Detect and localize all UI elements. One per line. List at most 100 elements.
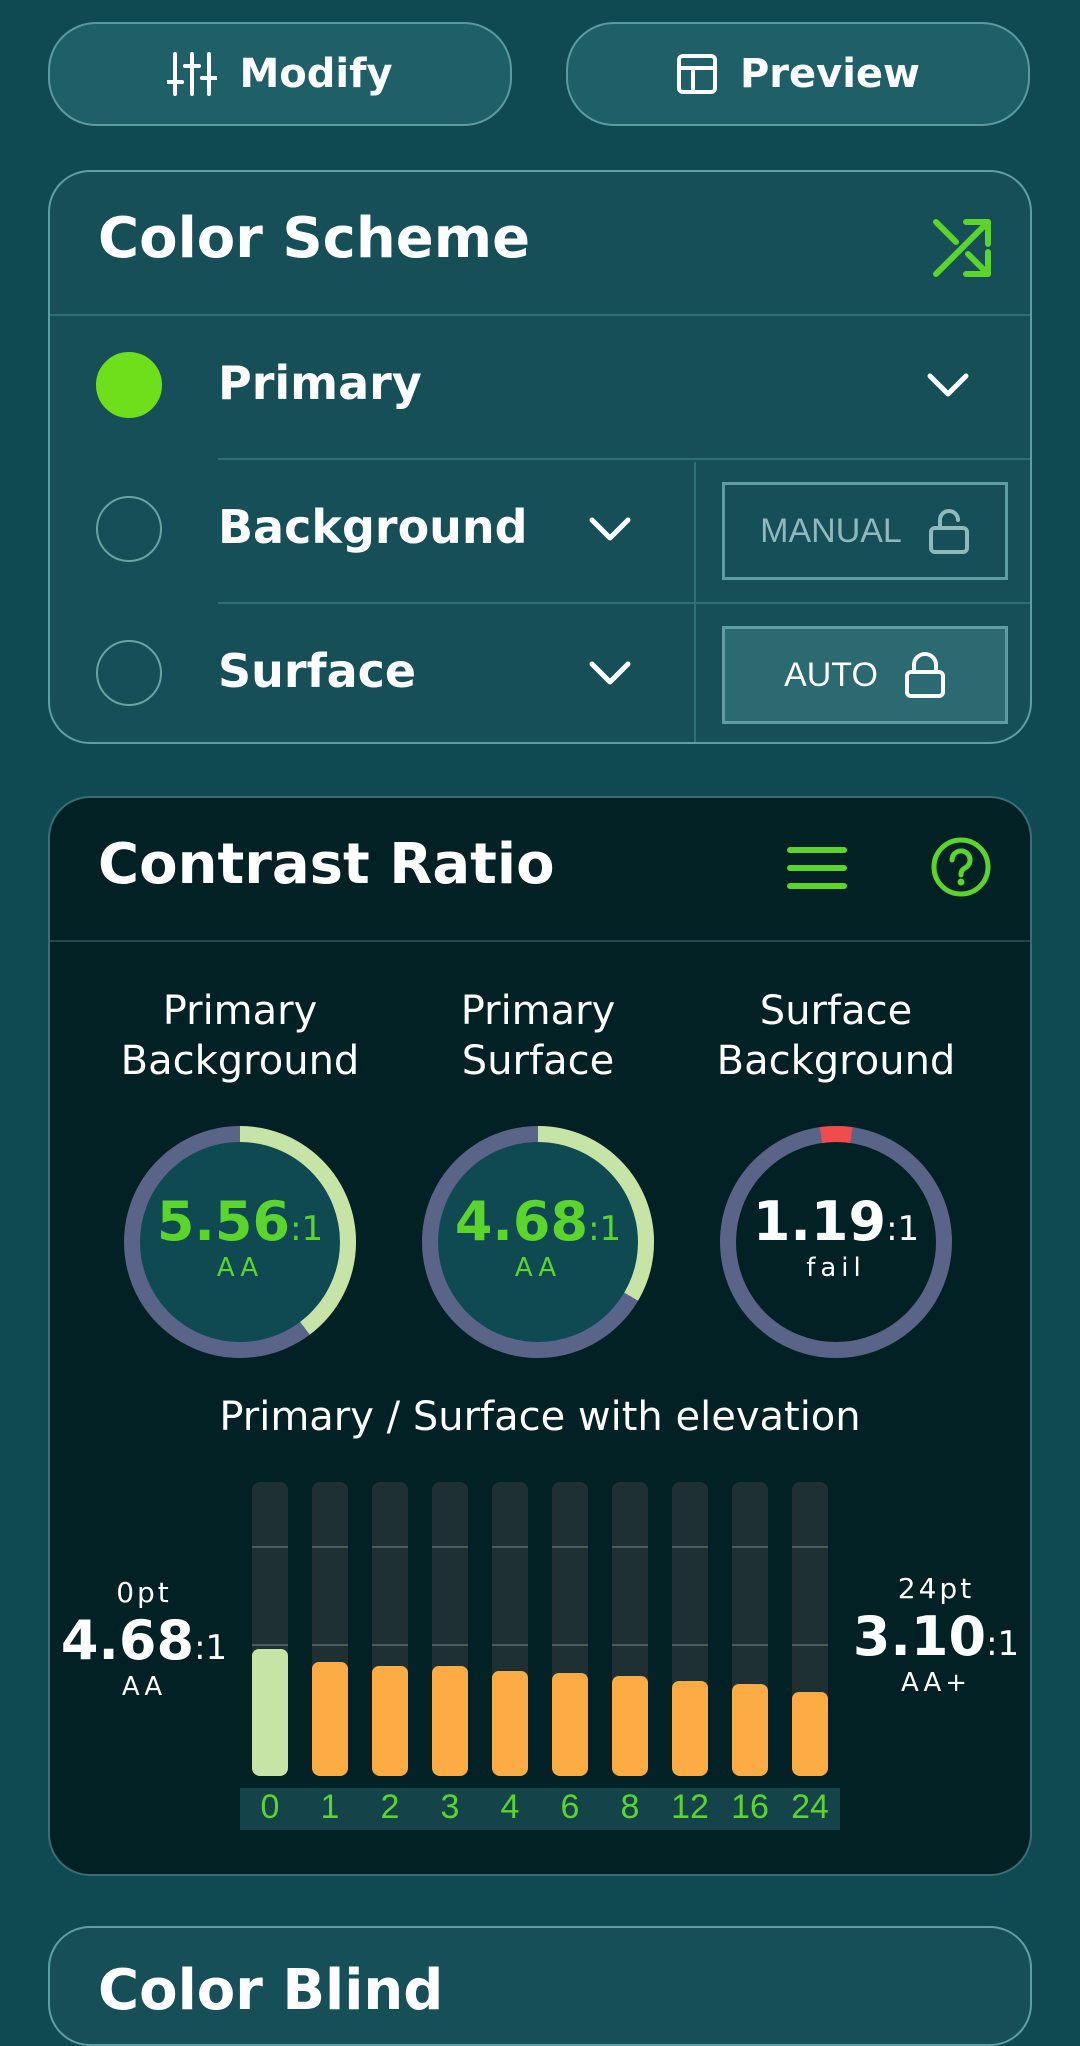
modify-button[interactable]: Modify [48,22,512,126]
x-tick-label-8[interactable]: 8 [600,1788,660,1827]
bar-gridline [252,1644,288,1646]
gauge-grade: fail [806,1253,866,1283]
divider [50,314,1030,316]
primary-label: Primary [218,356,422,410]
lock-icon [904,652,945,698]
bar-gridline [372,1546,408,1548]
color-scheme-card: Color Scheme Primary Background MANUAL S… [48,170,1032,744]
shuffle-icon[interactable] [930,216,994,280]
bar-track-4 [492,1482,528,1776]
bar-track-24 [792,1482,828,1776]
auto-lock-button[interactable]: AUTO [722,626,1008,724]
bar-track-3 [432,1482,468,1776]
elevation-title: Primary / Surface with elevation [219,1394,861,1440]
primary-radio[interactable] [96,352,162,418]
gauge-suffix: :1 [290,1209,324,1249]
bar-12 [672,1681,708,1776]
right-grade: AA+ [900,1668,972,1698]
surface-radio[interactable] [96,640,162,706]
bar-gridline [672,1644,708,1646]
bar-gridline [612,1546,648,1548]
help-icon[interactable] [930,836,992,898]
bar-gridline [552,1644,588,1646]
gauge-ratio: 5.56 [156,1190,291,1253]
chevron-down-icon[interactable] [588,516,632,544]
bar-gridline [492,1546,528,1548]
preview-button[interactable]: Preview [566,22,1030,126]
bar-gridline [312,1546,348,1548]
right-ratio: 3.10 [852,1605,987,1668]
bar-2 [372,1666,408,1776]
bar-gridline [252,1546,288,1548]
x-tick-label-1[interactable]: 1 [300,1788,360,1827]
manual-lock-button[interactable]: MANUAL [722,482,1008,580]
x-tick-label-6[interactable]: 6 [540,1788,600,1827]
bar-gridline [372,1644,408,1646]
background-radio[interactable] [96,496,162,562]
elevation-left-readout: 0pt 4.68:1 AA [54,1576,234,1702]
x-tick-label-16[interactable]: 16 [720,1788,780,1827]
left-unit: 0pt [116,1576,172,1609]
bar-gridline [792,1546,828,1548]
unlock-icon [928,509,969,554]
bar-track-6 [552,1482,588,1776]
gauge-suffix: :1 [588,1209,622,1249]
color-blind-title: Color Blind [98,1958,444,2023]
bar-track-16 [732,1482,768,1776]
bar-4 [492,1670,528,1776]
x-tick-label-4[interactable]: 4 [480,1788,540,1827]
gauge-ratio: 1.19 [752,1190,887,1253]
gauge-label-line1: Primary [162,988,318,1034]
gauge-grade: AA [514,1253,562,1283]
gauge-label-surface-background: Surface Background [696,986,976,1086]
gauge-suffix: :1 [886,1209,920,1249]
chevron-down-icon[interactable] [926,372,970,400]
preview-label: Preview [739,51,921,97]
right-suffix: :1 [986,1624,1020,1664]
x-tick-label-12[interactable]: 12 [660,1788,720,1827]
bar-track-1 [312,1482,348,1776]
bar-gridline [432,1644,468,1646]
gauge-label-line1: Primary [460,988,616,1034]
gauge-label-line2: Background [716,1038,956,1084]
contrast-ratio-title: Contrast Ratio [98,832,555,897]
bar-24 [792,1692,828,1776]
divider [694,604,696,742]
divider [50,940,1030,942]
bar-gridline [672,1546,708,1548]
x-tick-label-24[interactable]: 24 [780,1788,840,1827]
gauge-label-primary-background: Primary Background [100,986,380,1086]
bar-gridline [732,1546,768,1548]
bar-8 [612,1675,648,1776]
bar-0 [252,1649,288,1776]
left-grade: AA [121,1672,167,1702]
bar-gridline [732,1644,768,1646]
bar-gridline [792,1644,828,1646]
x-tick-label-3[interactable]: 3 [420,1788,480,1827]
divider [694,462,696,602]
gauge-value-surface-background: 1.19:1 fail [718,1190,954,1283]
sliders-icon [167,52,218,96]
gauge-label-line2: Background [120,1038,360,1084]
x-tick-label-2[interactable]: 2 [360,1788,420,1827]
bar-gridline [612,1644,648,1646]
gauge-label-primary-surface: Primary Surface [398,986,678,1086]
surface-label: Surface [218,644,417,698]
right-unit: 24pt [897,1572,975,1605]
bar-gridline [432,1546,468,1548]
elevation-right-readout: 24pt 3.10:1 AA+ [846,1572,1026,1698]
menu-icon[interactable] [786,844,848,892]
chevron-down-icon[interactable] [588,660,632,688]
x-tick-label-0[interactable]: 0 [240,1788,300,1827]
divider [218,458,1030,460]
divider [218,602,1030,604]
color-scheme-title: Color Scheme [98,206,531,271]
gauge-value-primary-background: 5.56:1 AA [122,1190,358,1283]
manual-label: MANUAL [760,511,902,550]
auto-label: AUTO [784,655,878,694]
color-blind-card: Color Blind [48,1926,1032,2046]
bar-16 [732,1684,768,1776]
gauge-grade: AA [216,1253,264,1283]
gauge-value-primary-surface: 4.68:1 AA [420,1190,656,1283]
gauge-label-line1: Surface [759,988,913,1034]
